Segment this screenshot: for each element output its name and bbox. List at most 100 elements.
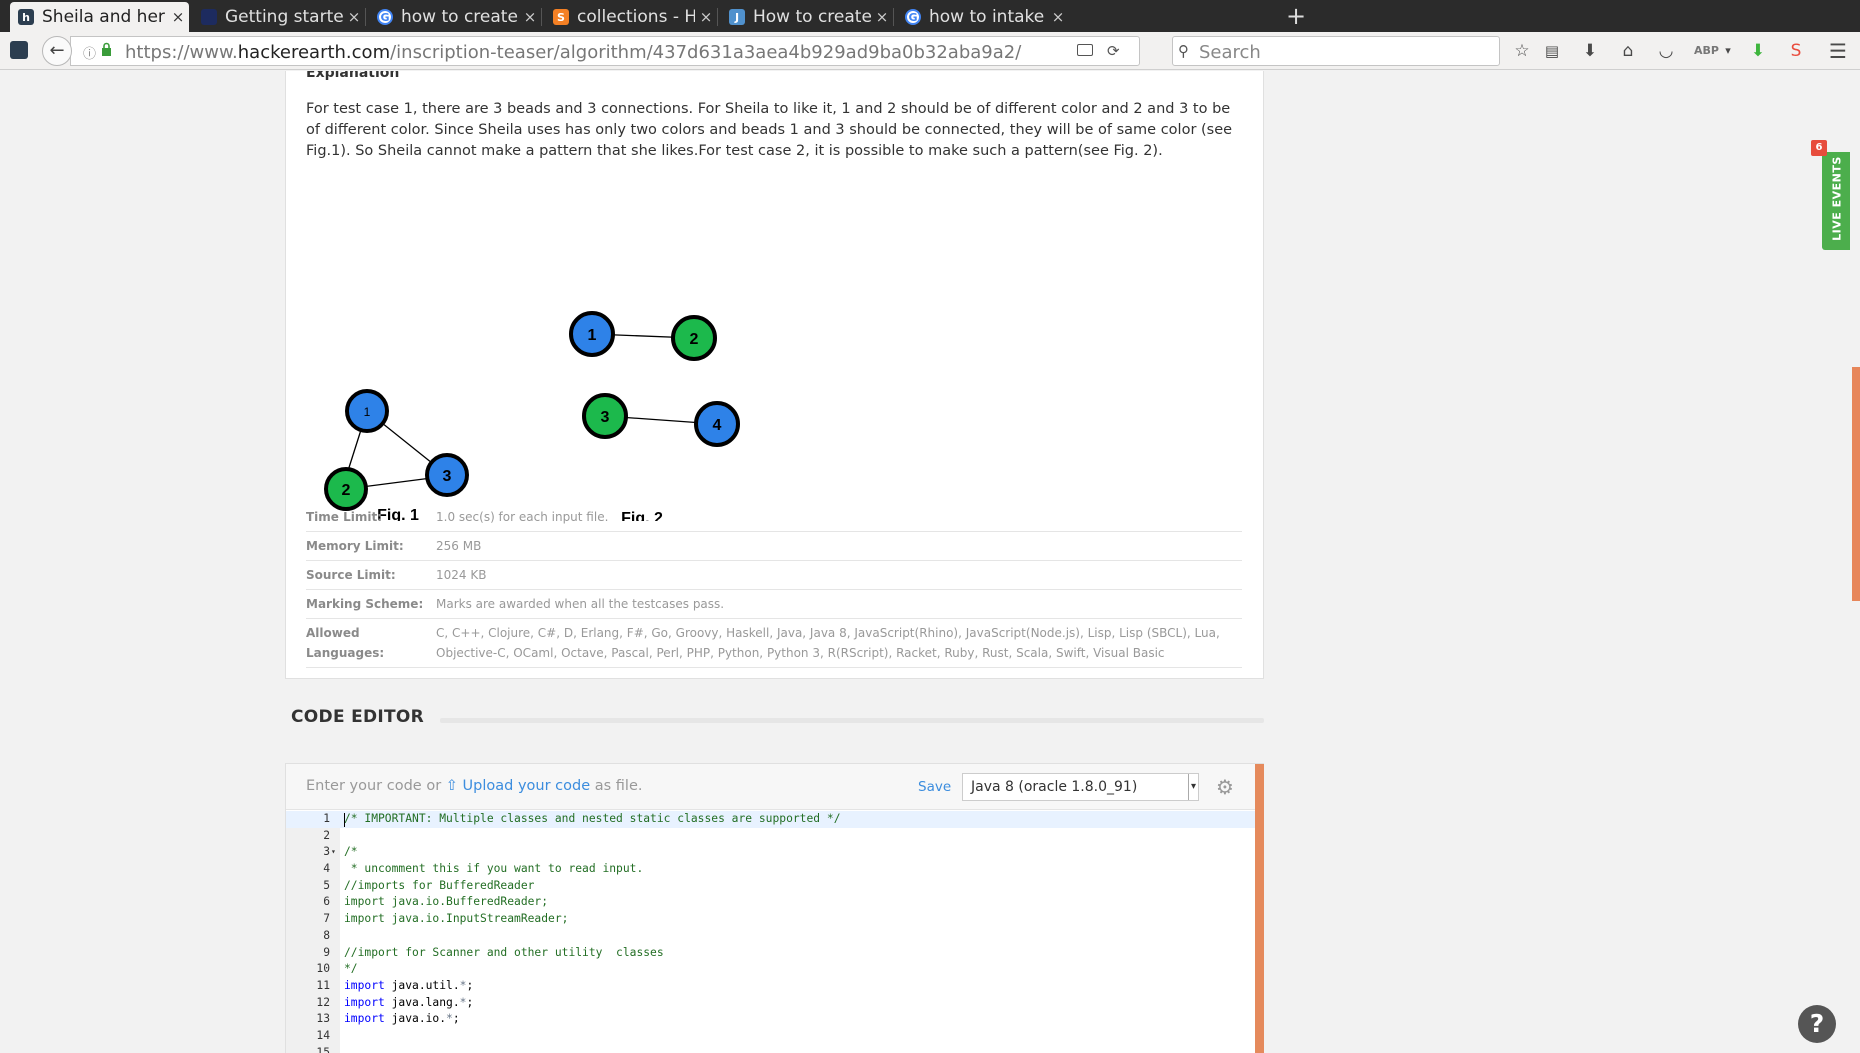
code-line-text: //imports for BufferedReader [344,878,535,892]
close-icon[interactable]: × [871,8,893,26]
explanation-figures: 1 2 3 Fig. 1 1 2 3 4 Fig. 2 [324,311,740,521]
problem-limits: Time Limit: 1.0 sec(s) for each input fi… [306,503,1242,668]
tab-google-create[interactable]: G how to create a s… × [369,2,541,32]
live-events-count-badge: 6 [1811,140,1827,156]
fig2-node-4: 4 [694,401,740,447]
tab-sheila[interactable]: h Sheila and her be… × [10,2,189,32]
fig2-node-4-label: 4 [713,417,722,434]
lock-icon[interactable] [101,42,112,56]
upload-code-link[interactable]: ⇧ Upload your code [446,778,590,794]
limit-value: C, C++, Clojure, C#, D, Erlang, F#, Go, … [436,626,1220,660]
tab-title: How to create a … [753,7,871,27]
close-icon[interactable]: × [1047,8,1069,26]
search-icon: ⚲ [1178,42,1189,60]
menu-icon[interactable]: ☰ [1828,41,1848,61]
code-line: 1/* IMPORTANT: Multiple classes and nest… [286,811,1263,828]
code-area[interactable]: 1/* IMPORTANT: Multiple classes and nest… [286,811,1263,1053]
tab-title: how to create a s… [401,7,519,27]
page-scrollbar-thumb[interactable] [1852,367,1860,601]
wildcard-token: * [459,978,467,992]
tab-how-to-intake[interactable]: G how to intake a c… × [897,2,1069,32]
editor-scroll-marker[interactable] [1255,764,1264,1053]
limit-value: 256 MB [436,539,482,553]
tab-getting-started[interactable]: Getting started … × [193,2,365,32]
help-button[interactable]: ? [1798,1005,1836,1043]
language-selected: Java 8 (oracle 1.8.0_91) [971,779,1138,795]
limit-label: Marking Scheme: [306,597,424,611]
code-line: 13 import java.io.*; [286,1011,1263,1028]
code-line-text: /* [344,845,358,859]
save-button[interactable]: Save [918,779,951,795]
tab-separator [365,8,366,26]
keyword-token: import [344,1012,385,1026]
limit-label: Memory Limit: [306,539,404,553]
limit-label: Allowed Languages: [306,626,385,660]
code-line-text: import java.io.BufferedReader; [344,895,549,909]
live-events-tab[interactable]: LIVE EVENTS [1822,152,1850,250]
close-icon[interactable]: × [343,8,365,26]
limit-row-marking: Marking Scheme: Marks are awarded when a… [306,590,1242,619]
keyword-token: import [344,978,385,992]
fig2-node-2: 2 [671,315,717,361]
url-bar[interactable]: ⓘ https://www.hackerearth.com/inscriptio… [70,36,1140,66]
upload-code-label: Upload your code [462,778,591,794]
upload-hint-suffix: as file. [594,778,643,794]
tab-collections[interactable]: S collections - How… × [545,2,717,32]
green-download-icon[interactable]: ⬇ [1748,41,1768,61]
problem-card: Explanation For test case 1, there are 3… [285,71,1264,679]
search-input[interactable]: ⚲ Search [1172,36,1500,66]
fig1-node-2-label: 2 [342,482,351,499]
stackoverflow-icon: S [553,9,569,25]
new-tab-button[interactable]: + [1281,2,1311,32]
explanation-heading: Explanation [306,71,400,81]
close-icon[interactable]: × [167,8,189,26]
reader-view-icon[interactable] [1077,44,1093,56]
code-editor-heading: CODE EDITOR [291,707,425,727]
limit-value: 1.0 sec(s) for each input file. [436,510,609,524]
fig1-node-3-label: 3 [443,468,452,485]
code-line: 5//imports for BufferedReader [286,878,1263,895]
limit-value: Marks are awarded when all the testcases… [436,597,725,611]
back-button[interactable]: ← [42,36,72,66]
wildcard-token: * [446,1012,453,1026]
code-line: 6 import java.io.BufferedReader; [286,894,1263,911]
download-icon[interactable]: ⬇ [1580,41,1600,61]
chevron-down-icon: ▾ [1188,774,1198,800]
close-icon[interactable]: × [695,8,717,26]
wildcard-token: * [459,995,467,1009]
home-icon[interactable]: ⌂ [1618,41,1638,61]
navigation-bar: ⓘ https://www.hackerearth.com/inscriptio… [0,32,1860,70]
limit-row-source: Source Limit: 1024 KB [306,561,1242,590]
fig2-node-1: 1 [569,311,615,357]
joomla-icon: J [729,9,745,25]
chevron-down-icon[interactable]: ▾ [1718,41,1738,61]
url-text[interactable]: https://www.hackerearth.com/inscription-… [125,42,1021,63]
upload-icon: ⇧ [445,778,458,794]
gear-icon[interactable]: ⚙ [1216,775,1234,799]
info-icon[interactable]: ⓘ [83,43,96,62]
hackerearth-sidebar-icon[interactable] [10,41,28,59]
pocket-icon[interactable]: ◡ [1656,41,1676,61]
bookmark-star-icon[interactable]: ☆ [1512,41,1532,61]
fold-icon[interactable]: ▾ [331,844,336,861]
code-line: 8 [323,928,330,942]
explanation-text: For test case 1, there are 3 beads and 3… [306,101,1233,159]
bookmarks-list-icon[interactable]: ▤ [1542,41,1562,61]
url-path: /inscription-teaser/algorithm/437d631a3a… [390,42,1022,63]
fig2-node-3-label: 3 [601,409,610,426]
reload-icon[interactable]: ⟳ [1107,42,1120,60]
tab-how-to-create[interactable]: J How to create a … × [721,2,893,32]
adblock-icon[interactable]: ABP [1694,41,1719,61]
fig2-node-2-label: 2 [690,331,699,348]
code-line-text: //import for Scanner and other utility c… [344,945,664,959]
close-icon[interactable]: × [519,8,541,26]
heading-divider [440,718,1264,723]
extension-icon[interactable]: S [1786,41,1806,61]
fig1-node-1: 1 [345,389,389,433]
limit-value: 1024 KB [436,568,487,582]
tab-title: how to intake a c… [929,7,1047,27]
code-line: 3 ▾/* [286,844,1263,861]
language-select[interactable]: Java 8 (oracle 1.8.0_91) ▾ [962,773,1199,801]
limit-row-memory: Memory Limit: 256 MB [306,532,1242,561]
upload-hint-prefix: Enter your code or [306,778,442,794]
